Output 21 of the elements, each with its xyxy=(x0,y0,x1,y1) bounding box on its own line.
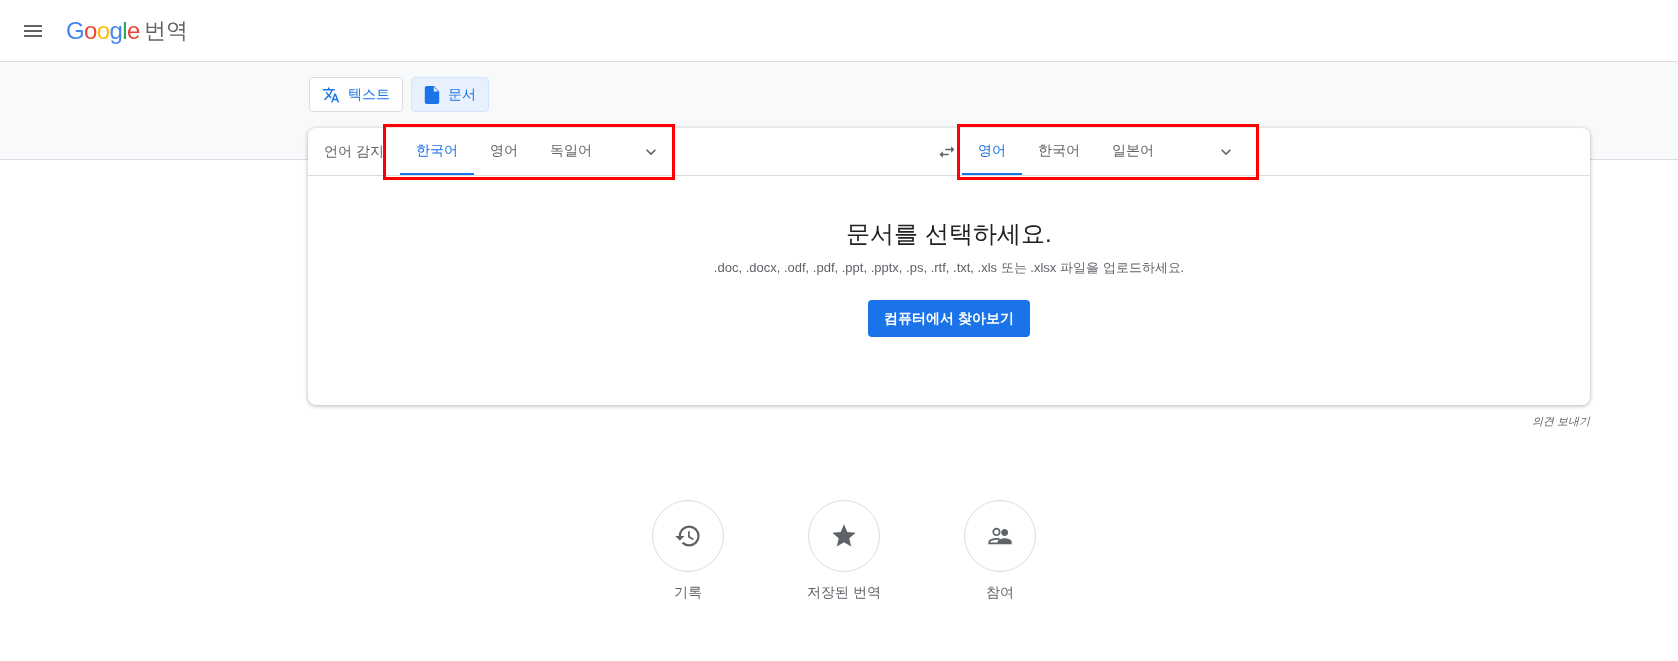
mode-tab[interactable]: 문서 xyxy=(411,77,489,112)
shortcut-label: 기록 xyxy=(674,583,702,602)
language-tab[interactable]: 영어 xyxy=(962,128,1022,175)
file-types-text: .doc, .docx, .odf, .pdf, .ppt, .pptx, .ps, .rtf, .txt, .xls 또는 .xlsx 파일을 업로드하세요. xyxy=(713,259,1185,277)
detect-language-tab[interactable]: 언어 감지 xyxy=(324,141,400,162)
language-tab[interactable]: 영어 xyxy=(473,128,534,175)
shortcut-label: 참여 xyxy=(986,583,1014,602)
document-title: 문서를 선택하세요. xyxy=(846,219,1052,249)
language-tab[interactable]: 한국어 xyxy=(1022,128,1096,175)
google-logo: Google xyxy=(66,15,140,46)
language-tab[interactable]: 일본어 xyxy=(1096,128,1170,175)
language-tab[interactable]: 독일어 xyxy=(533,128,608,175)
shortcut-label: 저장된 번역 xyxy=(807,583,881,602)
feedback-link[interactable]: 의견 보내기 xyxy=(1531,413,1590,430)
translate-icon xyxy=(322,85,340,104)
menu-icon[interactable] xyxy=(24,23,42,38)
language-tab[interactable]: 한국어 xyxy=(399,128,474,175)
document-icon xyxy=(424,85,440,104)
mode-tab[interactable]: 텍스트 xyxy=(309,77,403,112)
browse-button[interactable]: 컴퓨터에서 찾아보기 xyxy=(868,299,1030,337)
product-name: 번역 xyxy=(143,17,188,45)
